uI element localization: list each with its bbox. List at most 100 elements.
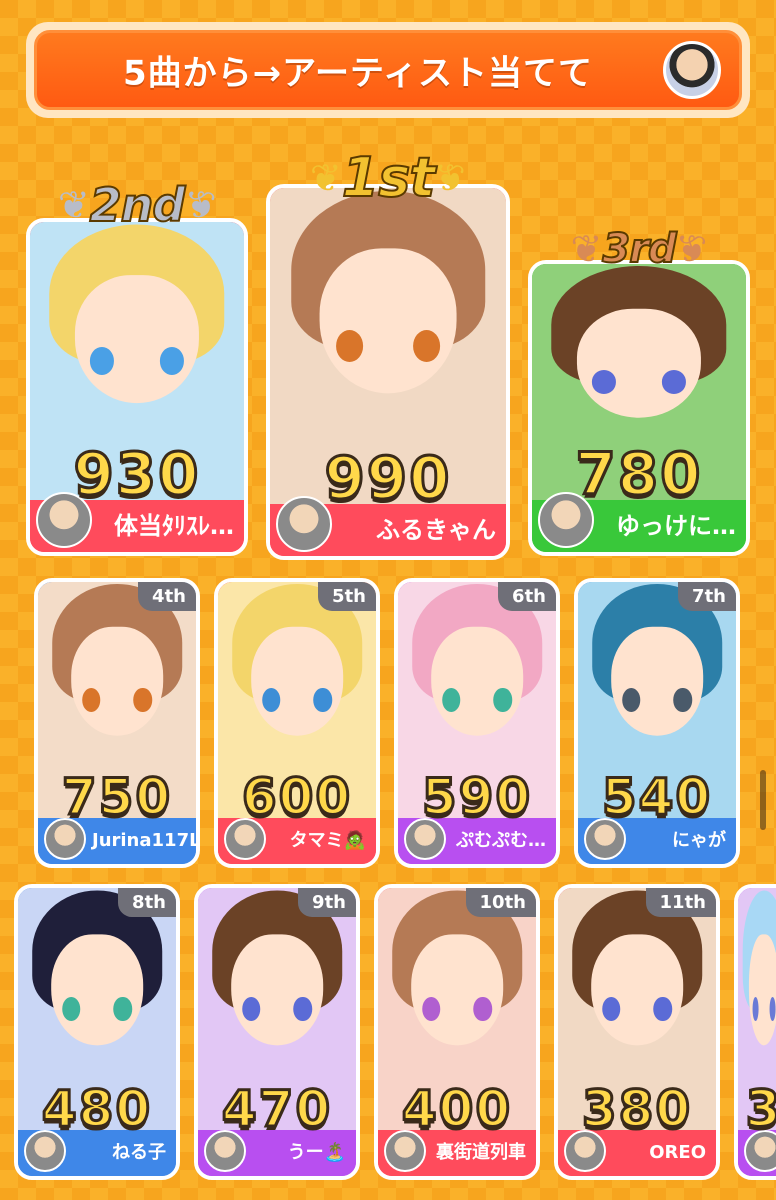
character-eyes	[62, 996, 132, 1022]
character-face	[748, 933, 776, 1046]
laurel-left-icon: ❦	[57, 183, 90, 227]
player-score: 750	[60, 767, 173, 828]
player-card[interactable]: にゃが 540 7th	[574, 578, 740, 868]
rank-badge: 10th	[465, 888, 536, 917]
player-card[interactable]: タマミ🧟 600 5th	[214, 578, 380, 868]
character-eyes	[422, 996, 492, 1022]
character-face	[591, 933, 683, 1046]
player-name: ゆっけに…	[616, 512, 736, 540]
eye	[493, 688, 512, 712]
player-name: OREO	[649, 1142, 706, 1163]
player-card[interactable]: 3	[734, 884, 776, 1180]
player-name: 体当ﾀﾘｽﾚ…	[114, 512, 234, 540]
character-face	[319, 248, 457, 394]
eye	[89, 347, 115, 375]
character-eyes	[89, 347, 185, 375]
character-eyes	[602, 996, 672, 1022]
character-face	[71, 626, 163, 736]
quiz-title: 5曲から→アーティスト当てて	[122, 53, 594, 94]
player-name: Jurina117L	[92, 830, 196, 851]
rank-badge: 6th	[498, 582, 556, 611]
player-card[interactable]: 体当ﾀﾘｽﾚ… 930	[26, 218, 248, 556]
eye	[62, 996, 81, 1022]
eye	[293, 996, 312, 1022]
scrollbar[interactable]	[760, 770, 766, 830]
eye	[242, 996, 261, 1022]
eye	[769, 996, 776, 1022]
laurel-right-icon: ❦	[434, 155, 467, 200]
player-card[interactable]: Jurina117L 750 4th	[34, 578, 200, 868]
player-name: にゃが	[672, 830, 726, 851]
player-card[interactable]: ゆっけに… 780	[528, 260, 750, 556]
character-eyes	[752, 996, 776, 1022]
eye	[602, 996, 621, 1022]
character-face	[51, 933, 143, 1046]
player-score: 540	[600, 767, 713, 828]
host-avatar-icon[interactable]	[663, 41, 721, 99]
laurel-right-icon: ❦	[675, 227, 708, 271]
player-score: 380	[580, 1079, 693, 1140]
player-score: 400	[400, 1079, 513, 1140]
player-score: 3	[738, 1079, 776, 1140]
rank-label: 1st	[341, 145, 437, 210]
rank-laurel-badge: ❦ 1st ❦	[309, 145, 467, 210]
laurel-left-icon: ❦	[570, 227, 603, 271]
player-score: 600	[240, 767, 353, 828]
character-eyes	[242, 996, 312, 1022]
character-eyes	[622, 688, 692, 712]
eye	[473, 996, 492, 1022]
character-eyes	[82, 688, 152, 712]
rank-label: 2nd	[89, 177, 187, 233]
eye	[159, 347, 185, 375]
character-face	[251, 626, 343, 736]
player-score: 780	[574, 439, 703, 510]
player-name: うー🏝️	[287, 1142, 346, 1163]
player-card[interactable]: ねる子 480 8th	[14, 884, 180, 1180]
quiz-title-bar: 5曲から→アーティスト当てて	[34, 30, 742, 110]
eye	[653, 996, 672, 1022]
character-eyes	[262, 688, 332, 712]
laurel-left-icon: ❦	[309, 155, 342, 200]
eye	[133, 688, 152, 712]
eye	[82, 688, 101, 712]
rank-badge: 8th	[118, 888, 176, 917]
player-card[interactable]: うー🏝️ 470 9th	[194, 884, 360, 1180]
rank-badge: 9th	[298, 888, 356, 917]
rank-label: 3rd	[601, 225, 677, 273]
character-face	[611, 626, 703, 736]
player-card[interactable]: 裏街道列車 400 10th	[374, 884, 540, 1180]
player-score: 990	[323, 443, 452, 514]
player-name: 裏街道列車	[436, 1142, 526, 1163]
eye	[262, 688, 281, 712]
eye	[113, 996, 132, 1022]
quiz-header: 5曲から→アーティスト当てて	[26, 22, 750, 118]
eye	[336, 330, 364, 362]
character-face	[74, 274, 200, 403]
character-eyes	[591, 370, 687, 394]
character-face	[231, 933, 323, 1046]
rank-badge: 5th	[318, 582, 376, 611]
eye	[591, 370, 617, 394]
rank-laurel-badge: ❦ 2nd ❦	[57, 177, 216, 233]
character-face	[411, 933, 503, 1046]
eye	[313, 688, 332, 712]
eye	[752, 996, 759, 1022]
eye	[622, 688, 641, 712]
character-face	[431, 626, 523, 736]
rank-badge: 4th	[138, 582, 196, 611]
player-name: ぷむぷむ…	[456, 830, 546, 851]
player-score: 480	[40, 1079, 153, 1140]
rank-laurel-badge: ❦ 3rd ❦	[570, 225, 708, 273]
player-card[interactable]: ふるきゃん 990	[266, 184, 510, 560]
rank-badge: 11th	[645, 888, 716, 917]
player-name: ねる子	[112, 1142, 166, 1163]
eye	[422, 996, 441, 1022]
eye	[673, 688, 692, 712]
character-face	[576, 308, 702, 418]
player-card[interactable]: ぷむぷむ… 590 6th	[394, 578, 560, 868]
player-score: 930	[72, 439, 201, 510]
rank-badge: 7th	[678, 582, 736, 611]
eye	[661, 370, 687, 394]
eye	[442, 688, 461, 712]
player-card[interactable]: OREO 380 11th	[554, 884, 720, 1180]
